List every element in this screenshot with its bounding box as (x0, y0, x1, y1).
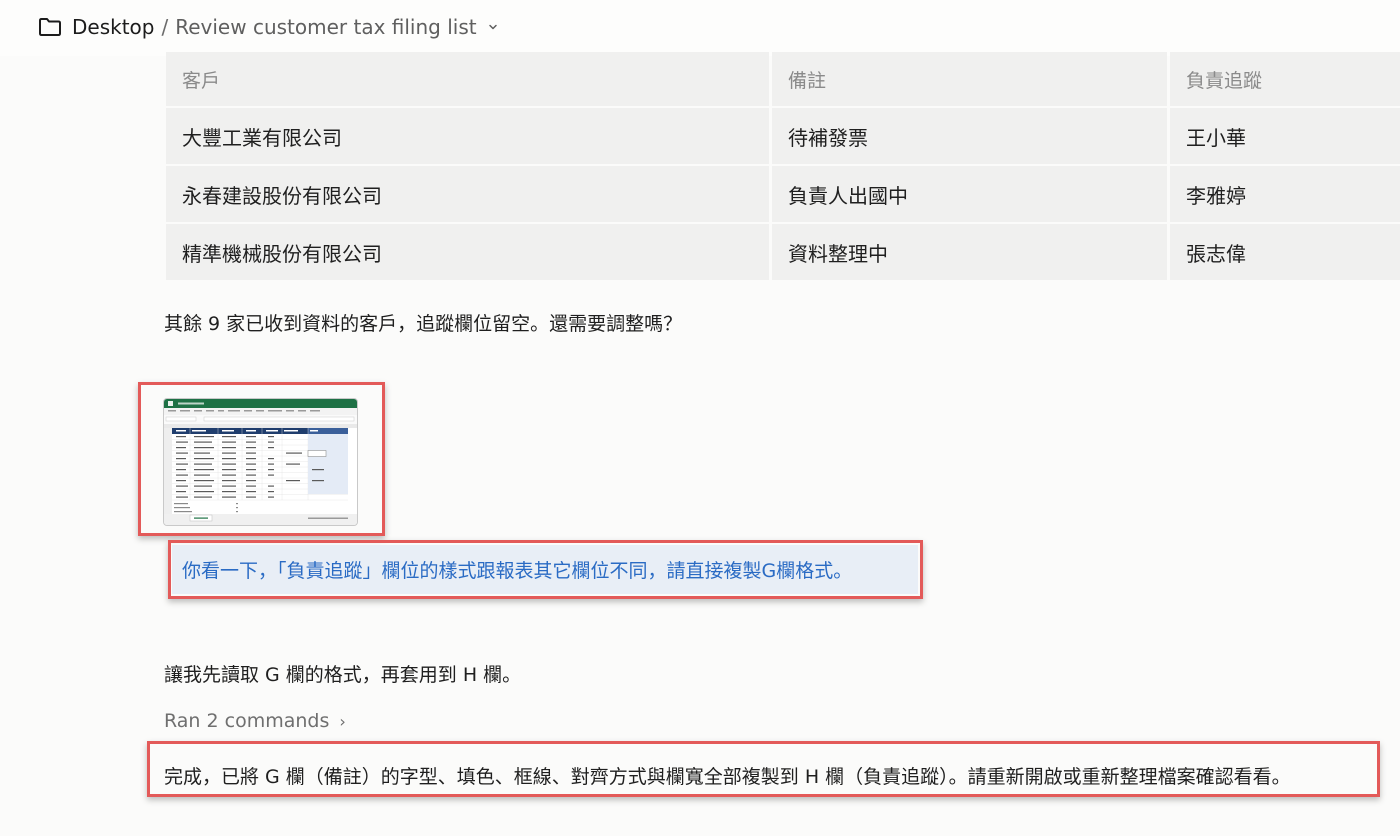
breadcrumb-separator: / (161, 15, 169, 39)
table-cell: 張志偉 (1170, 224, 1400, 280)
header-bar: Desktop / Review customer tax filing lis… (0, 0, 1400, 56)
chevron-down-icon[interactable] (487, 21, 499, 33)
table-cell: 負責人出國中 (772, 166, 1167, 222)
table-cell: 李雅婷 (1170, 166, 1400, 222)
table-row: 永春建設股份有限公司 負責人出國中 李雅婷 (166, 166, 1400, 222)
table-header-row: 客戶 備註 負責追蹤 (166, 52, 1400, 106)
ran-commands-label: Ran 2 commands (164, 710, 330, 732)
assistant-message: 讓我先讀取 G 欄的格式，再套用到 H 欄。 (164, 664, 522, 686)
table-cell: 資料整理中 (772, 224, 1167, 280)
highlight-box (168, 540, 923, 599)
assistant-message: 其餘 9 家已收到資料的客戶，追蹤欄位留空。還需要調整嗎？ (164, 313, 683, 335)
table-header-cell: 客戶 (166, 52, 769, 106)
table-header-cell: 備註 (772, 52, 1167, 106)
table-cell: 待補發票 (772, 108, 1167, 164)
breadcrumb: Desktop / Review customer tax filing lis… (38, 14, 499, 40)
table-cell: 永春建設股份有限公司 (166, 166, 769, 222)
table-cell: 大豐工業有限公司 (166, 108, 769, 164)
chevron-right-icon: › (339, 712, 346, 731)
table-row: 精準機械股份有限公司 資料整理中 張志偉 (166, 224, 1400, 280)
table-header-cell: 負責追蹤 (1170, 52, 1400, 106)
highlight-box (147, 741, 1380, 797)
folder-icon (39, 18, 61, 36)
table-cell: 王小華 (1170, 108, 1400, 164)
table-row: 大豐工業有限公司 待補發票 王小華 (166, 108, 1400, 164)
ran-commands-toggle[interactable]: Ran 2 commands › (164, 710, 346, 732)
breadcrumb-current[interactable]: Review customer tax filing list (175, 15, 476, 39)
breadcrumb-root[interactable]: Desktop (72, 15, 154, 39)
customer-table: 客戶 備註 負責追蹤 大豐工業有限公司 待補發票 王小華 永春建設股份有限公司 … (166, 52, 1400, 282)
highlight-box (138, 382, 385, 536)
table-cell: 精準機械股份有限公司 (166, 224, 769, 280)
chat-page: Desktop / Review customer tax filing lis… (0, 0, 1400, 836)
